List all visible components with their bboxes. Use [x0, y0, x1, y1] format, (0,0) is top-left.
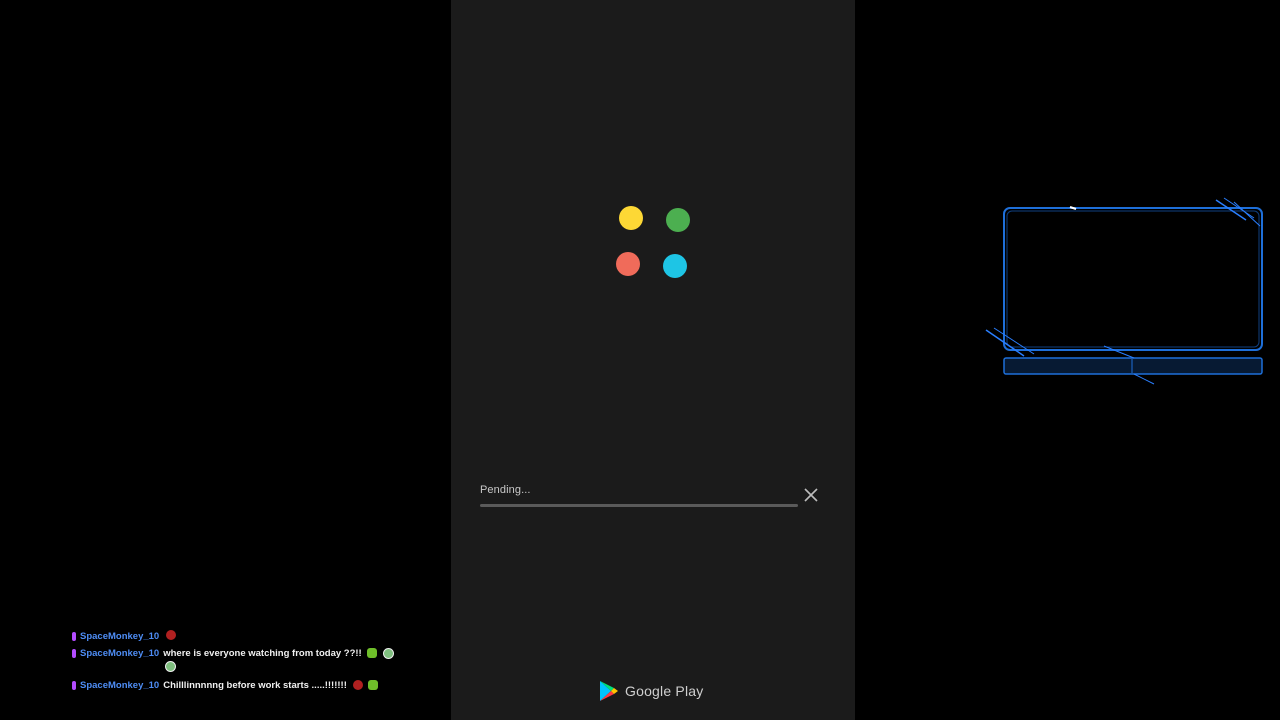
globe-emote-icon	[382, 647, 394, 659]
red-emote-icon	[352, 680, 363, 691]
download-status: Pending...	[480, 484, 825, 514]
chat-overlay: SpaceMonkey_10 SpaceMonkey_10 where is e…	[72, 630, 412, 696]
chat-message: SpaceMonkey_10	[72, 630, 412, 643]
phone-screen: Pending... Google Play	[451, 0, 855, 720]
cancel-download-button[interactable]	[803, 487, 819, 503]
chat-username: SpaceMonkey_10	[80, 631, 160, 642]
loading-animation	[451, 0, 855, 320]
loading-dot-red	[616, 252, 640, 276]
google-play-label: Google Play	[625, 683, 704, 699]
loading-dot-cyan	[663, 254, 687, 278]
google-play-branding: Google Play	[599, 679, 703, 703]
loading-dot-green	[666, 208, 690, 232]
loading-dot-yellow	[619, 206, 643, 230]
chat-username: SpaceMonkey_10	[80, 648, 160, 659]
close-icon	[804, 488, 818, 502]
globe-emote-icon	[165, 660, 177, 672]
pending-label: Pending...	[480, 484, 531, 496]
green-emote-icon	[367, 648, 378, 659]
red-emote-icon	[166, 630, 177, 640]
mic-badge-icon	[72, 632, 76, 641]
stream-screen: Pending... Google Play SpaceMonkey_10 Sp…	[0, 0, 1280, 720]
webcam-frame-overlay	[985, 197, 1263, 385]
chat-message: SpaceMonkey_10 Chilllinnnnng before work…	[72, 679, 412, 692]
chat-username: SpaceMonkey_10	[80, 680, 160, 691]
mic-badge-icon	[72, 681, 76, 690]
green-emote-icon	[368, 680, 379, 691]
chat-message: SpaceMonkey_10 where is everyone watchin…	[72, 647, 412, 673]
download-progress-bar	[480, 504, 798, 507]
chat-text: Chilllinnnnng before work starts .....!!…	[163, 680, 347, 691]
google-play-logo-icon	[600, 681, 618, 701]
mic-badge-icon	[72, 649, 76, 658]
chat-text: where is everyone watching from today ??…	[163, 648, 362, 659]
